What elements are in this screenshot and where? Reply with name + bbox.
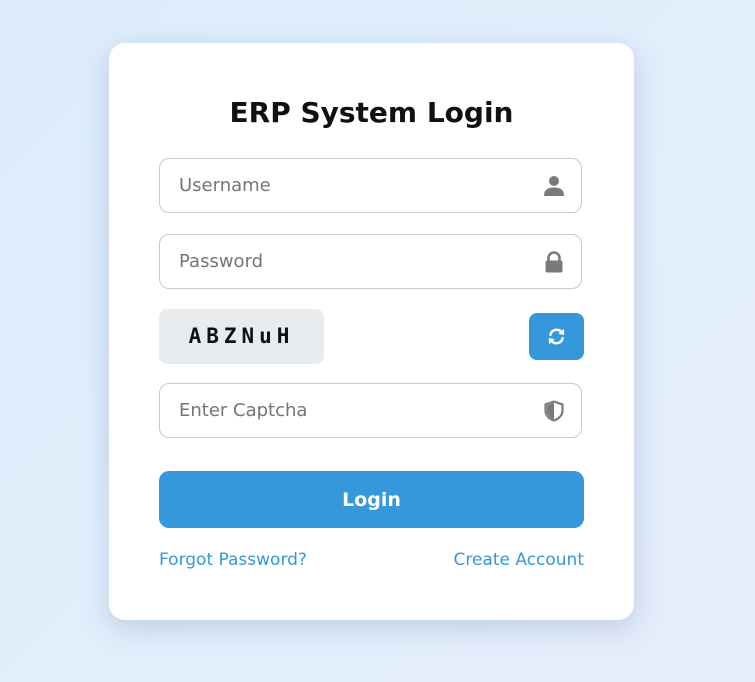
refresh-captcha-button[interactable]: [529, 313, 584, 360]
login-button[interactable]: Login: [159, 471, 584, 528]
username-field[interactable]: [159, 158, 582, 213]
create-account-link[interactable]: Create Account: [453, 549, 584, 571]
captcha-display: ABZNuH: [159, 309, 324, 364]
password-field[interactable]: [159, 234, 582, 289]
login-card: ERP System Login ABZNuH: [109, 43, 634, 620]
captcha-field[interactable]: [159, 383, 582, 438]
captcha-input[interactable]: [160, 384, 520, 437]
forgot-password-link[interactable]: Forgot Password?: [159, 549, 307, 571]
username-input[interactable]: [160, 159, 520, 212]
user-icon: [543, 175, 565, 197]
password-input[interactable]: [160, 235, 520, 288]
refresh-icon: [548, 328, 565, 345]
shield-icon: [543, 400, 565, 422]
page-title: ERP System Login: [229, 96, 514, 129]
lock-icon: [543, 251, 565, 273]
